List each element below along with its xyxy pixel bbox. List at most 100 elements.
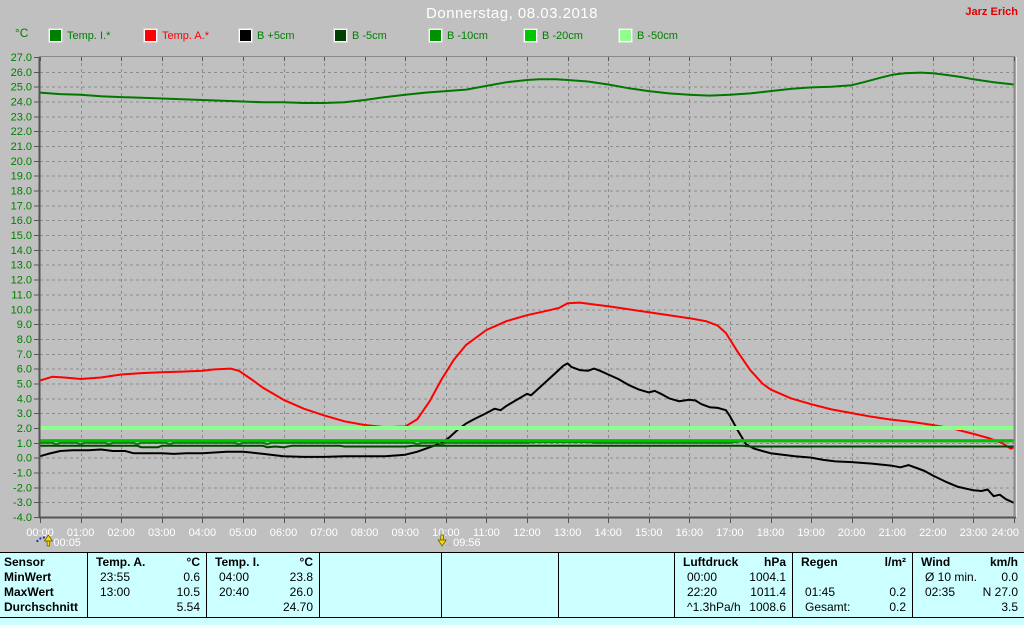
- x-tick-label: 17:00: [716, 527, 744, 539]
- table-cell-value: 1011.4: [750, 585, 786, 599]
- table-column-wind: Wind km/h Ø 10 min. 0.0 02:35 N 27.0 3.5: [913, 553, 1024, 617]
- table-cell-value: 23.8: [289, 570, 313, 584]
- table-column-empty: [320, 553, 442, 617]
- table-row: 20:40 26.0: [207, 585, 319, 600]
- y-tick-label: 15.0: [11, 230, 32, 242]
- x-tick-label: 12:00: [513, 527, 541, 539]
- legend-swatch-icon: [49, 29, 62, 42]
- x-tick-label: 19:00: [797, 527, 825, 539]
- y-axis-unit-label: °C: [15, 26, 29, 40]
- table-row: 22:20 1011.4: [675, 585, 792, 600]
- table-row: Regen l/m²: [793, 555, 912, 570]
- legend-item-b-5cm: B -5cm: [334, 29, 429, 42]
- table-column-temp-a: Temp. A. °C 23:55 0.6 13:00 10.5 5.54: [88, 553, 207, 617]
- x-tick-label: 03:00: [148, 527, 176, 539]
- table-row: [442, 600, 558, 615]
- table-row: [442, 585, 558, 600]
- table-cell-time: 00:00: [687, 570, 718, 584]
- table-row: Temp. A. °C: [88, 555, 206, 570]
- table-cell-value: 0.2: [889, 600, 906, 614]
- table-row: Gesamt: 0.2: [793, 600, 912, 615]
- table-row-label-durchschnitt: Durchschnitt: [4, 600, 79, 614]
- x-tick-label: 21:00: [878, 527, 906, 539]
- table-cell-time: Gesamt:: [805, 600, 851, 614]
- legend-item-b-50cm: B -50cm: [619, 29, 714, 42]
- table-cell-time: 04:00: [219, 570, 250, 584]
- legend-label: Temp. A.*: [162, 29, 210, 42]
- legend-label: B -10cm: [447, 29, 488, 42]
- table-cell-value: 1008.6: [749, 600, 786, 614]
- x-tick-label: 15:00: [635, 527, 663, 539]
- table-cell-time: ^1.3hPa/h: [687, 600, 741, 614]
- table-row: 3.5: [913, 600, 1024, 615]
- table-row: Ø 10 min. 0.0: [913, 570, 1024, 585]
- y-tick-label: 27.0: [11, 52, 32, 64]
- table-row: [559, 585, 674, 600]
- table-cell-value: 0.2: [889, 585, 906, 599]
- table-row: [320, 570, 441, 585]
- table-row: 23:55 0.6: [88, 570, 206, 585]
- y-tick-label: -4.0: [13, 512, 32, 524]
- table-row: 24.70: [207, 600, 319, 615]
- table-sensor-unit: °C: [186, 555, 200, 569]
- y-tick-label: 5.0: [17, 378, 32, 390]
- table-row: 13:00 10.5: [88, 585, 206, 600]
- x-tick-label: 06:00: [270, 527, 298, 539]
- legend-label: Temp. I.*: [67, 29, 111, 42]
- y-tick-label: 20.0: [11, 156, 32, 168]
- user-name-label: Jarz Erich: [965, 6, 1018, 18]
- legend-swatch-icon: [239, 29, 252, 42]
- table-row: Wind km/h: [913, 555, 1024, 570]
- sensor-stats-table: Sensor MinWert MaxWert Durchschnitt Temp. A.…: [0, 552, 1024, 625]
- table-column-luftdruck: Luftdruck hPa 00:00 1004.1 22:20 1011.4 ^1.3hP…: [675, 553, 793, 617]
- event-marker-time: 00:05: [53, 537, 81, 549]
- x-tick-label: 18:00: [757, 527, 785, 539]
- table-cell-time: Ø 10 min.: [925, 570, 978, 584]
- y-tick-label: 4.0: [17, 393, 32, 405]
- y-tick-label: -1.0: [13, 467, 32, 479]
- y-tick-label: -3.0: [13, 497, 32, 509]
- table-row: [559, 570, 674, 585]
- y-tick-label: 13.0: [11, 260, 32, 272]
- table-row: 00:00 1004.1: [675, 570, 792, 585]
- table-cell-value: N 27.0: [982, 585, 1018, 599]
- legend-label: B -5cm: [352, 29, 387, 42]
- table-row-label-maxwert: MaxWert: [4, 585, 54, 599]
- table-cell-value: 0.0: [1001, 570, 1018, 584]
- x-tick-label: 16:00: [676, 527, 704, 539]
- table-row: [559, 600, 674, 615]
- table-column-empty: [559, 553, 675, 617]
- table-row: [442, 555, 558, 570]
- x-tick-label: 13:00: [554, 527, 582, 539]
- table-row: 01:45 0.2: [793, 585, 912, 600]
- table-row: [793, 570, 912, 585]
- legend-item-temp-i: Temp. I.*: [49, 29, 144, 42]
- table-cell-time: 13:00: [100, 585, 131, 599]
- chart-background: [0, 0, 1024, 552]
- table-cell-value: 0.6: [183, 570, 200, 584]
- x-tick-label: 20:00: [838, 527, 866, 539]
- table-column-temp-i: Temp. I. °C 04:00 23.8 20:40 26.0 24.70: [207, 553, 320, 617]
- y-tick-label: 10.0: [11, 304, 32, 316]
- table-cell-time: 22:20: [687, 585, 718, 599]
- legend-item-temp-a: Temp. A.*: [144, 29, 239, 42]
- y-tick-label: 2.0: [17, 423, 32, 435]
- x-tick-label: 23:00: [960, 527, 988, 539]
- table-cell-value: 3.5: [1001, 600, 1018, 614]
- chart-plot-area[interactable]: -4.0 -3.0 -2.0 -1.0 0.0 1.0 2.0 3.0 4.0 5.0 6.0 7.0…: [0, 0, 1024, 557]
- table-column-row-labels: Sensor MinWert MaxWert Durchschnitt: [0, 553, 88, 617]
- x-tick-label: 04:00: [189, 527, 217, 539]
- table-row: 02:35 N 27.0: [913, 585, 1024, 600]
- y-tick-label: -2.0: [13, 482, 32, 494]
- x-tick-label: 07:00: [310, 527, 338, 539]
- x-tick-label: 02:00: [107, 527, 135, 539]
- x-tick-label: 09:00: [391, 527, 419, 539]
- chart-legend: Temp. I.* Temp. A.* B +5cm B -5cm B -10cm B -…: [49, 29, 714, 42]
- table-row: [320, 555, 441, 570]
- x-tick-label: 08:00: [351, 527, 379, 539]
- table-cell-time: 20:40: [219, 585, 250, 599]
- x-tick-label: 22:00: [919, 527, 947, 539]
- temperature-chart-svg[interactable]: -4.0 -3.0 -2.0 -1.0 0.0 1.0 2.0 3.0 4.0 5.0 6.0 7.0…: [0, 0, 1024, 552]
- legend-swatch-icon: [619, 29, 632, 42]
- table-sensor-unit: l/m²: [884, 555, 906, 569]
